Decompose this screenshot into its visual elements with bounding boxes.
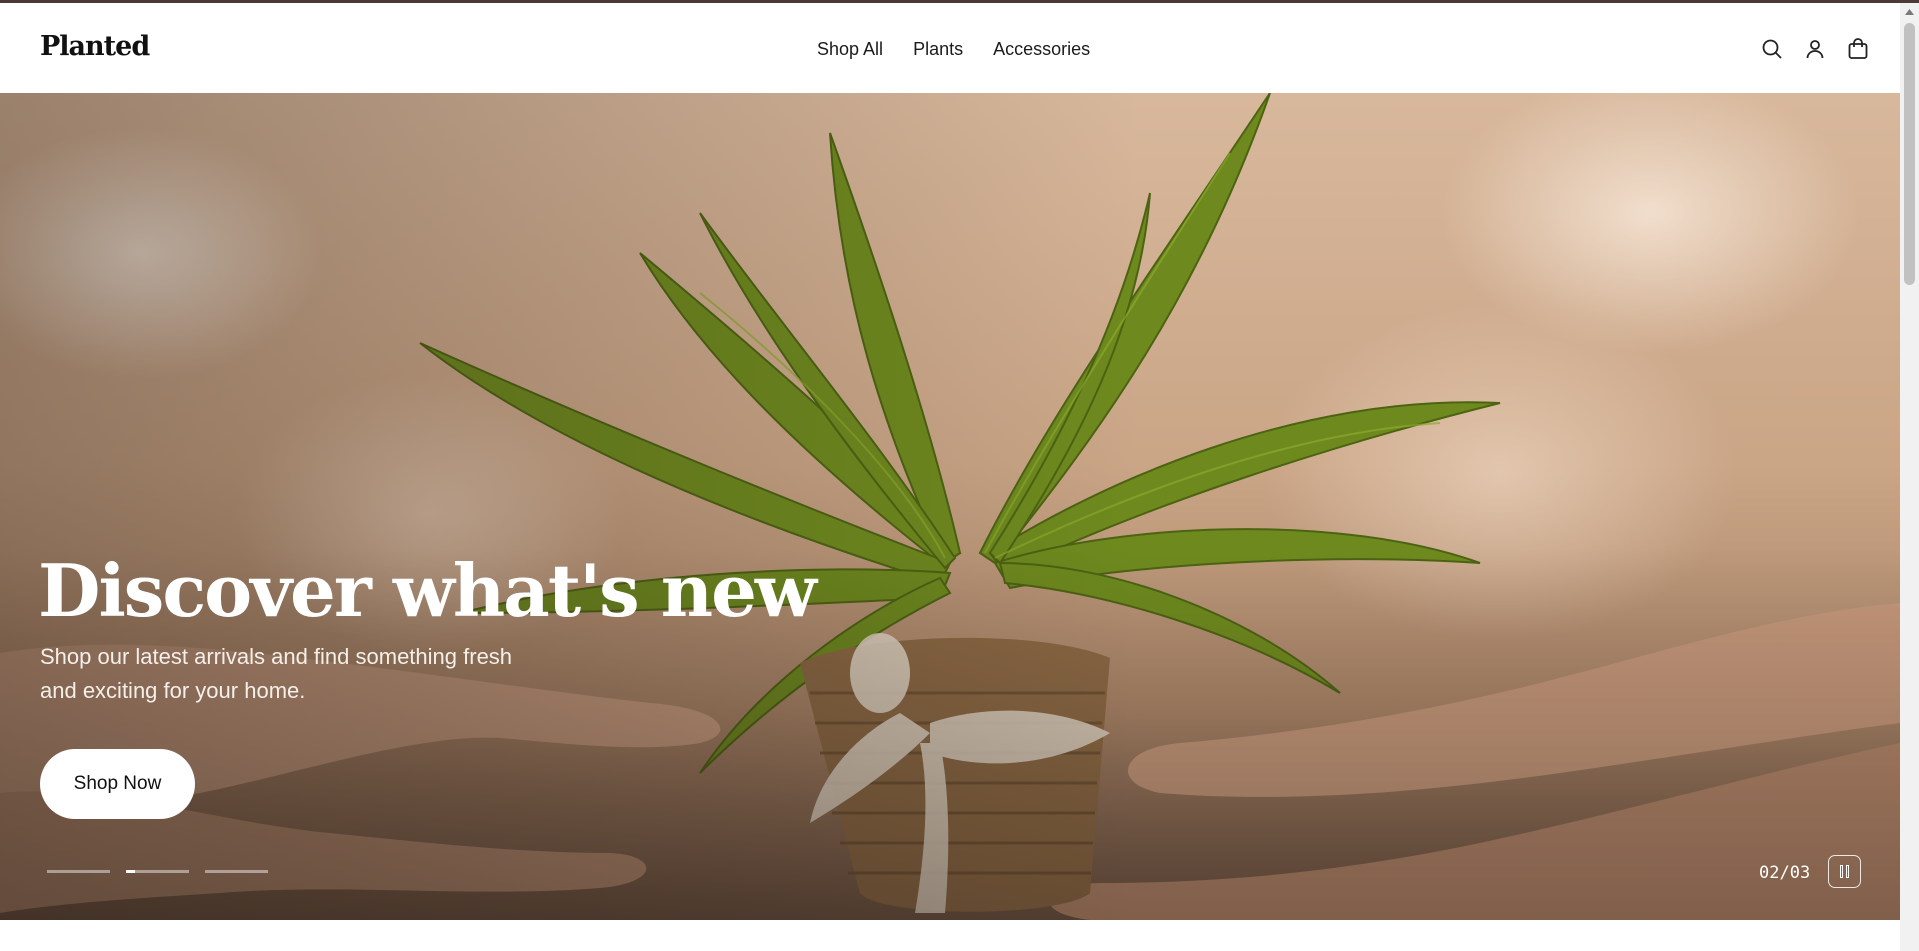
hero-overlay [0, 93, 1900, 920]
scrollbar-thumb[interactable] [1904, 23, 1915, 285]
scrollbar[interactable] [1900, 3, 1919, 951]
account-icon[interactable] [1803, 37, 1827, 61]
site-header: Planted Shop All Plants Accessories [0, 3, 1900, 93]
hero-title: Discover what's new [38, 548, 817, 633]
pause-button[interactable] [1828, 855, 1861, 888]
nav-shop-all[interactable]: Shop All [817, 39, 883, 60]
slide-progress-fill [126, 870, 136, 873]
slide-indicator-2[interactable] [126, 870, 189, 873]
header-actions [1760, 37, 1870, 61]
slide-indicator-3[interactable] [205, 870, 268, 873]
scroll-up-arrow-icon[interactable] [1900, 3, 1919, 20]
search-icon[interactable] [1760, 37, 1784, 61]
nav-plants[interactable]: Plants [913, 39, 963, 60]
cart-icon[interactable] [1846, 37, 1870, 61]
hero-carousel: Discover what's new Shop our latest arri… [0, 93, 1900, 920]
main-nav: Shop All Plants Accessories [817, 39, 1090, 60]
nav-accessories[interactable]: Accessories [993, 39, 1090, 60]
pause-icon [1840, 865, 1843, 878]
slide-counter: 02/03 [1759, 863, 1811, 883]
slide-indicators [47, 870, 268, 873]
hero-subtitle: Shop our latest arrivals and find someth… [40, 644, 513, 703]
slide-indicator-1[interactable] [47, 870, 110, 873]
logo[interactable]: Planted [40, 31, 150, 62]
shop-now-button[interactable]: Shop Now [40, 749, 195, 819]
